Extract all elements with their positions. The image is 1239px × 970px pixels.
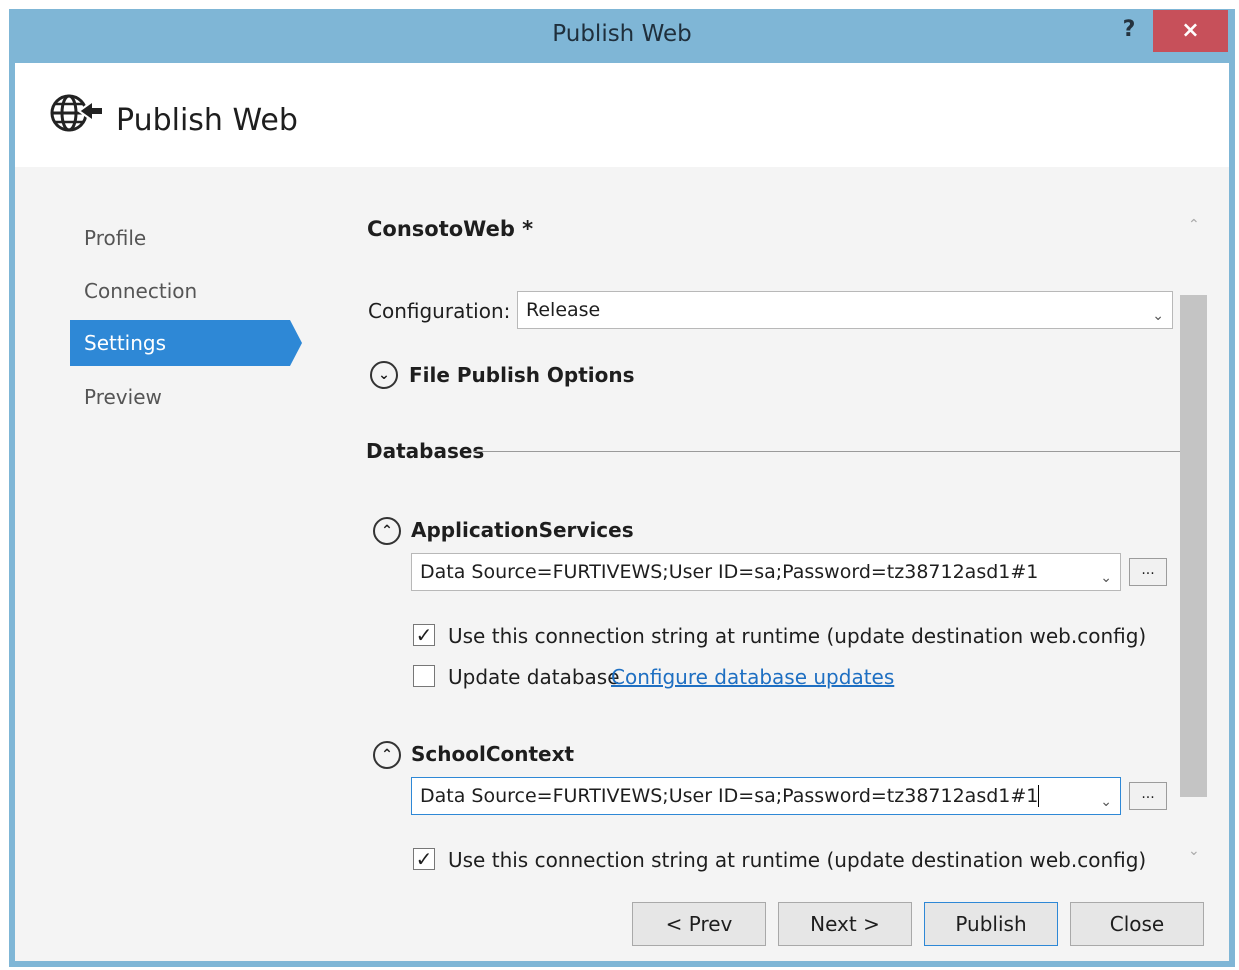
schoolcontext-browse-button[interactable]: ... xyxy=(1129,782,1167,810)
expand-file-publish-button[interactable]: ⌄ xyxy=(370,361,398,389)
databases-heading: Databases xyxy=(366,439,485,463)
applicationservices-label: ApplicationServices xyxy=(411,518,634,542)
dialog-body: Publish Web Profile Connection Settings … xyxy=(15,63,1229,961)
prev-button[interactable]: < Prev xyxy=(632,902,766,946)
chevron-down-icon: ⌄ xyxy=(1152,308,1164,324)
schoolcontext-runtime-checkbox[interactable]: ✓ xyxy=(413,848,435,870)
chevron-down-icon: ⌄ xyxy=(1100,570,1112,586)
schoolcontext-connection-input[interactable]: Data Source=FURTIVEWS;User ID=sa;Passwor… xyxy=(411,777,1121,815)
update-database-label: Update database xyxy=(448,665,620,689)
title-bar: Publish Web ? × xyxy=(9,9,1235,61)
applicationservices-browse-button[interactable]: ... xyxy=(1129,558,1167,586)
configuration-label: Configuration: xyxy=(368,299,511,323)
configure-database-updates-link[interactable]: Configure database updates xyxy=(611,665,894,689)
scroll-down-arrow-icon[interactable]: ⌄ xyxy=(1188,843,1200,859)
help-button[interactable]: ? xyxy=(1112,13,1146,49)
chevron-down-icon: ⌄ xyxy=(1100,794,1112,810)
applicationservices-runtime-label: Use this connection string at runtime (u… xyxy=(448,624,1147,648)
header-title: Publish Web xyxy=(116,103,298,138)
globe-arrow-icon xyxy=(50,94,104,132)
collapse-schoolcontext-button[interactable]: ⌃ xyxy=(373,741,401,769)
applicationservices-connection-value: Data Source=FURTIVEWS;User ID=sa;Passwor… xyxy=(420,561,1039,583)
schoolcontext-connection-value: Data Source=FURTIVEWS;User ID=sa;Passwor… xyxy=(420,785,1040,807)
close-window-button[interactable]: × xyxy=(1153,10,1228,52)
nav-item-preview[interactable]: Preview xyxy=(70,374,290,420)
applicationservices-connection-input[interactable]: Data Source=FURTIVEWS;User ID=sa;Passwor… xyxy=(411,553,1121,591)
nav-item-connection[interactable]: Connection xyxy=(70,268,290,314)
scrollbar-thumb[interactable] xyxy=(1180,295,1207,797)
publish-web-dialog: Publish Web ? × Publish Web Profile Conn… xyxy=(9,9,1235,967)
close-button[interactable]: Close xyxy=(1070,902,1204,946)
nav-item-settings[interactable]: Settings xyxy=(70,320,290,366)
applicationservices-runtime-checkbox[interactable]: ✓ xyxy=(413,624,435,646)
scroll-up-arrow-icon[interactable]: ⌃ xyxy=(1188,217,1200,233)
schoolcontext-runtime-label: Use this connection string at runtime (u… xyxy=(448,848,1147,872)
dialog-header: Publish Web xyxy=(15,63,1229,167)
nav-active-arrow xyxy=(290,320,302,366)
collapse-applicationservices-button[interactable]: ⌃ xyxy=(373,517,401,545)
configuration-select[interactable]: Release ⌄ xyxy=(517,291,1173,329)
nav-item-profile[interactable]: Profile xyxy=(70,215,290,261)
file-publish-options-label: File Publish Options xyxy=(409,363,635,387)
profile-name: ConsotoWeb * xyxy=(367,217,534,241)
publish-button[interactable]: Publish xyxy=(924,902,1058,946)
update-database-checkbox[interactable] xyxy=(413,665,435,687)
next-button[interactable]: Next > xyxy=(778,902,912,946)
databases-divider xyxy=(473,451,1180,452)
window-title: Publish Web xyxy=(552,21,692,47)
configuration-value: Release xyxy=(526,299,601,321)
schoolcontext-label: SchoolContext xyxy=(411,742,575,766)
